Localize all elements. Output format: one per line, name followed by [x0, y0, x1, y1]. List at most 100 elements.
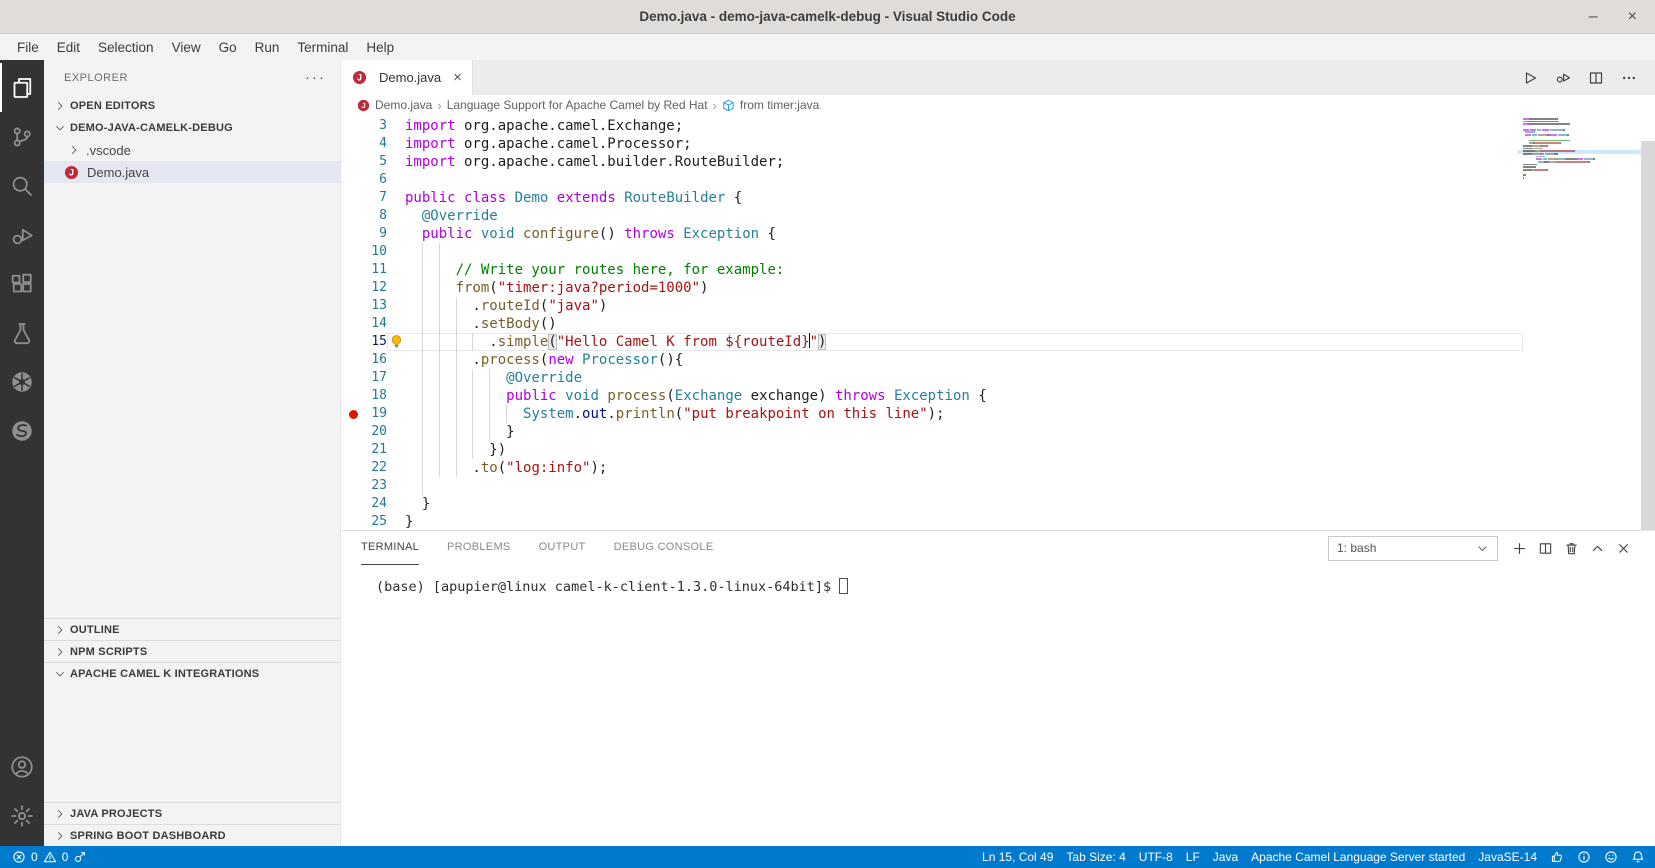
code-line-16[interactable]: 16 .process(new Processor(){	[341, 351, 1655, 369]
minimap[interactable]	[1517, 118, 1641, 180]
menu-item-file[interactable]: File	[8, 40, 48, 55]
code-line-20[interactable]: 20 }	[341, 423, 1655, 441]
menu-item-view[interactable]: View	[163, 40, 210, 55]
code-line-19[interactable]: 19 System.out.println("put breakpoint on…	[341, 405, 1655, 423]
npm-scripts-section[interactable]: NPM SCRIPTS	[44, 640, 340, 662]
code-line-10[interactable]: 10	[341, 243, 1655, 261]
terminal[interactable]: (base) [apupier@linux camel-k-client-1.3…	[341, 565, 1655, 846]
glyph-margin[interactable]	[341, 333, 365, 351]
bell-icon[interactable]	[1631, 850, 1645, 864]
panel-tab-terminal[interactable]: TERMINAL	[361, 531, 420, 565]
panel-tab-output[interactable]: OUTPUT	[539, 531, 586, 565]
glyph-margin[interactable]	[341, 135, 365, 153]
glyph-margin[interactable]	[341, 477, 365, 495]
status-utf-8[interactable]: UTF-8	[1139, 850, 1173, 864]
panel-tab-debug-console[interactable]: DEBUG CONSOLE	[614, 531, 714, 565]
feedback-icon[interactable]	[1604, 850, 1618, 864]
code-line-17[interactable]: 17 @Override	[341, 369, 1655, 387]
run-icon[interactable]	[1522, 70, 1538, 86]
glyph-margin[interactable]	[341, 441, 365, 459]
code-line-6[interactable]: 6	[341, 171, 1655, 189]
glyph-margin[interactable]	[341, 495, 365, 513]
activity-spring-icon[interactable]	[0, 406, 44, 455]
status-javase-14[interactable]: JavaSE-14	[1478, 850, 1537, 864]
spring-boot-dashboard-section[interactable]: SPRING BOOT DASHBOARD	[44, 824, 340, 846]
sidebar-more-actions-button[interactable]: ···	[305, 69, 326, 86]
run-or-debug-icon[interactable]	[1555, 70, 1571, 86]
code-line-18[interactable]: 18 public void process(Exchange exchange…	[341, 387, 1655, 405]
glyph-margin[interactable]	[341, 117, 365, 135]
kill-terminal-icon[interactable]	[1564, 541, 1579, 556]
menu-item-go[interactable]: Go	[210, 40, 246, 55]
glyph-margin[interactable]	[341, 513, 365, 530]
glyph-margin[interactable]	[341, 369, 365, 387]
editor-scrollbar[interactable]	[1641, 141, 1655, 530]
camel-debug-icon[interactable]	[73, 850, 87, 864]
code-line-22[interactable]: 22 .to("log:info");	[341, 459, 1655, 477]
breadcrumb-symbol[interactable]: from timer:java	[740, 98, 819, 112]
glyph-margin[interactable]	[341, 297, 365, 315]
activity-test-flask-icon[interactable]	[0, 308, 44, 357]
glyph-margin[interactable]	[341, 207, 365, 225]
code-line-12[interactable]: 12 from("timer:java?period=1000")	[341, 279, 1655, 297]
error-icon[interactable]	[12, 850, 26, 864]
close-tab-icon[interactable]: ×	[453, 69, 462, 86]
glyph-margin[interactable]	[341, 171, 365, 189]
glyph-margin[interactable]	[341, 243, 365, 261]
split-editor-icon[interactable]	[1588, 70, 1604, 86]
status-apache-camel-language-server-s[interactable]: Apache Camel Language Server started	[1251, 850, 1465, 864]
glyph-margin[interactable]	[341, 459, 365, 477]
minimize-button[interactable]: –	[1589, 8, 1598, 26]
glyph-margin[interactable]	[341, 225, 365, 243]
activity-files-icon[interactable]	[0, 63, 44, 112]
code-line-25[interactable]: 25}	[341, 513, 1655, 530]
code-line-24[interactable]: 24 }	[341, 495, 1655, 513]
info-icon[interactable]	[1577, 850, 1591, 864]
activity-settings-gear-icon[interactable]	[0, 791, 44, 840]
code-editor[interactable]: 3 import org.apache.camel.Exchange; 4 impor…	[341, 115, 1655, 530]
glyph-margin[interactable]	[341, 315, 365, 333]
code-line-14[interactable]: 14 .setBody()	[341, 315, 1655, 333]
tree-item-demo-java[interactable]: J Demo.java	[44, 161, 340, 183]
glyph-margin[interactable]	[341, 261, 365, 279]
menu-item-terminal[interactable]: Terminal	[288, 40, 357, 55]
code-line-7[interactable]: 7 public class Demo extends RouteBuilder …	[341, 189, 1655, 207]
glyph-margin[interactable]	[341, 387, 365, 405]
breadcrumb-file[interactable]: Demo.java	[375, 98, 432, 112]
code-line-11[interactable]: 11 // Write your routes here, for exampl…	[341, 261, 1655, 279]
activity-kubernetes-icon[interactable]	[0, 357, 44, 406]
activity-extensions-icon[interactable]	[0, 259, 44, 308]
java-projects-section[interactable]: JAVA PROJECTS	[44, 802, 340, 824]
new-terminal-icon[interactable]	[1512, 541, 1527, 556]
tab-demo-java[interactable]: J Demo.java ×	[341, 60, 473, 95]
activity-run-debug-icon[interactable]	[0, 210, 44, 259]
code-line-13[interactable]: 13 .routeId("java")	[341, 297, 1655, 315]
status-java[interactable]: Java	[1213, 850, 1238, 864]
outline-section[interactable]: OUTLINE	[44, 618, 340, 640]
code-line-5[interactable]: 5 import org.apache.camel.builder.RouteBu…	[341, 153, 1655, 171]
breadcrumb-extension[interactable]: Language Support for Apache Camel by Red…	[447, 98, 708, 112]
menu-item-selection[interactable]: Selection	[89, 40, 163, 55]
code-line-15[interactable]: 15 .simple("Hello Camel K from ${routeId…	[341, 333, 1655, 351]
close-panel-icon[interactable]	[1616, 541, 1631, 556]
glyph-margin[interactable]	[341, 351, 365, 369]
menu-item-edit[interactable]: Edit	[48, 40, 89, 55]
menu-item-help[interactable]: Help	[357, 40, 403, 55]
code-line-4[interactable]: 4 import org.apache.camel.Processor;	[341, 135, 1655, 153]
thumbsup-icon[interactable]	[1550, 850, 1564, 864]
activity-source-control-icon[interactable]	[0, 112, 44, 161]
glyph-margin[interactable]	[341, 279, 365, 297]
workspace-folder-section[interactable]: DEMO-JAVA-CAMELK-DEBUG	[44, 117, 340, 139]
status-0[interactable]: 0	[62, 850, 69, 864]
activity-search-icon[interactable]	[0, 161, 44, 210]
menu-item-run[interactable]: Run	[246, 40, 289, 55]
glyph-margin[interactable]	[341, 153, 365, 171]
code-line-3[interactable]: 3 import org.apache.camel.Exchange;	[341, 117, 1655, 135]
status-lf[interactable]: LF	[1186, 850, 1200, 864]
activity-account-icon[interactable]	[0, 742, 44, 791]
terminal-picker-dropdown[interactable]: 1: bash	[1328, 535, 1498, 561]
camel-k-integrations-section[interactable]: APACHE CAMEL K INTEGRATIONS	[44, 662, 340, 684]
lightbulb-icon[interactable]	[389, 334, 404, 349]
glyph-margin[interactable]	[341, 189, 365, 207]
status-ln-15-col-49[interactable]: Ln 15, Col 49	[982, 850, 1053, 864]
